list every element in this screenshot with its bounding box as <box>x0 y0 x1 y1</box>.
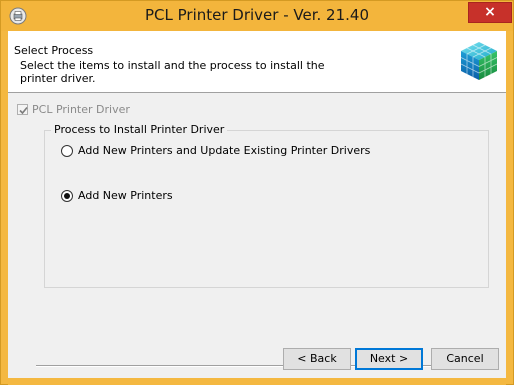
step-description: Select the items to install and the proc… <box>20 59 325 85</box>
next-button[interactable]: Next > <box>355 348 423 370</box>
pcl-driver-checkbox[interactable]: PCL Printer Driver <box>17 103 130 116</box>
radio-add-new-printers[interactable]: Add New Printers <box>61 189 173 202</box>
checkbox-box[interactable] <box>17 104 28 115</box>
dialog-body: PCL Printer Driver Process to Install Pr… <box>8 93 506 378</box>
back-button[interactable]: < Back <box>283 348 351 370</box>
cancel-button[interactable]: Cancel <box>431 348 499 370</box>
window-title: PCL Printer Driver - Ver. 21.40 <box>144 6 369 24</box>
window-bottom-border <box>8 378 506 385</box>
dialog-header: Select Process Select the items to insta… <box>8 31 506 93</box>
checkmark-icon <box>19 106 28 115</box>
radio-add-and-update[interactable]: Add New Printers and Update Existing Pri… <box>61 144 370 157</box>
step-title: Select Process <box>14 44 94 57</box>
radio-button-selected[interactable] <box>61 189 73 202</box>
installer-window: PCL Printer Driver - Ver. 21.40 × Select… <box>0 0 514 385</box>
pcl-driver-label: PCL Printer Driver <box>32 103 130 116</box>
cube-logo-icon <box>460 42 498 80</box>
radio-button-unselected[interactable] <box>61 144 73 157</box>
install-process-legend: Process to Install Printer Driver <box>51 123 228 136</box>
radio-add-new-printers-label: Add New Printers <box>78 189 173 202</box>
close-icon: × <box>484 4 496 20</box>
radio-add-and-update-label: Add New Printers and Update Existing Pri… <box>78 144 371 157</box>
close-button[interactable]: × <box>468 2 512 23</box>
title-bar[interactable]: PCL Printer Driver - Ver. 21.40 × <box>1 1 513 31</box>
button-separator <box>36 365 493 367</box>
dialog-client-area: Select Process Select the items to insta… <box>8 31 506 378</box>
